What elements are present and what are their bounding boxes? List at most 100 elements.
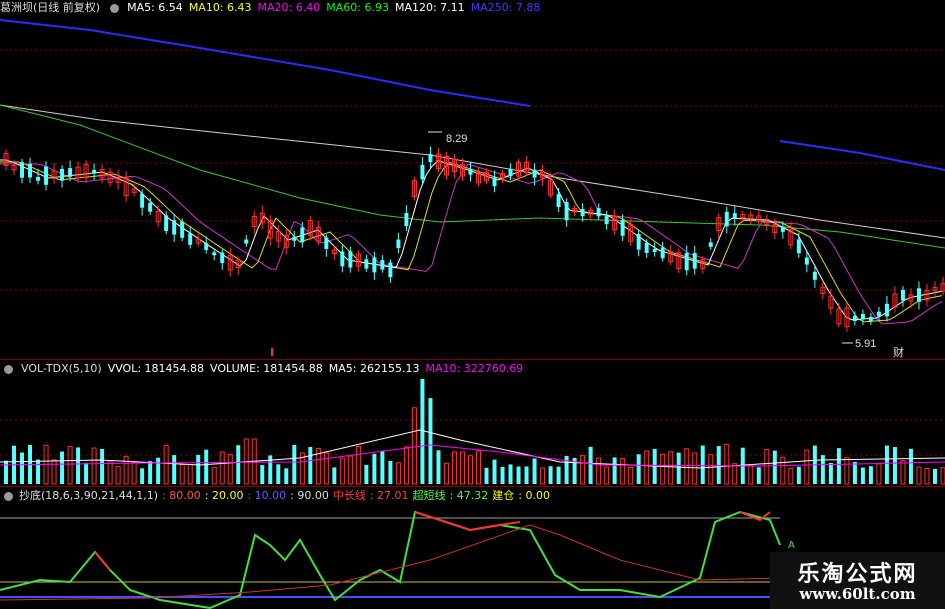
volume-bar [932, 468, 937, 484]
volume-bar [548, 466, 553, 484]
volume-bar [148, 461, 153, 484]
volume-bar [628, 467, 634, 485]
volume-bar [403, 446, 409, 485]
volume-bar [100, 448, 105, 484]
volume-bar [524, 466, 529, 484]
volume-bar [67, 446, 73, 485]
volume-bar [323, 452, 329, 485]
volume-bar [388, 460, 393, 484]
grid-lines [0, 49, 945, 598]
volume-bar [236, 445, 241, 484]
volume-bar [196, 454, 201, 484]
volume-bar [428, 398, 433, 484]
volume-bar [732, 463, 738, 485]
stock-chart-canvas[interactable]: A 8.29 5.91 财 [0, 0, 945, 609]
candle-body [508, 169, 513, 177]
volume-bar [284, 468, 289, 484]
candle-body [28, 163, 33, 178]
candle-body [900, 289, 905, 301]
volume-bar [204, 449, 209, 484]
watermark-title: 乐淘公式网 [797, 561, 918, 587]
volume-bar [556, 466, 561, 484]
volume-bar [140, 468, 145, 484]
candle-body [564, 202, 569, 221]
volume-bar [868, 466, 873, 484]
candle-body [876, 311, 881, 317]
volume-bar [540, 467, 546, 485]
financial-report-marker[interactable]: 财 [893, 345, 904, 359]
volume-bar [724, 443, 730, 485]
volume-bar [756, 467, 761, 484]
low-price-label: 5.91 [855, 338, 876, 350]
volume-bar [516, 466, 521, 484]
volume-bar [588, 446, 593, 484]
candle-body [596, 208, 601, 217]
volume-bar [467, 455, 473, 485]
volume-bar [892, 447, 897, 484]
volume-bar [580, 455, 586, 485]
volume-bar [916, 466, 922, 485]
candle-body [580, 209, 585, 217]
volume-bar [292, 444, 297, 484]
volume-bar [780, 456, 786, 485]
volume-bar [211, 466, 217, 485]
ultra-short-line [0, 510, 781, 609]
volume-bar [163, 445, 169, 485]
volume-bar [900, 460, 906, 485]
candle-body [244, 239, 249, 244]
candle-body [804, 257, 809, 265]
volume-bar [339, 457, 345, 485]
volume-bar [692, 452, 698, 485]
volume-bar [788, 467, 794, 485]
ma60-line [0, 104, 945, 249]
watermark-url: www.60lt.com [799, 585, 916, 603]
candle-body [428, 154, 433, 163]
candle-body [532, 169, 537, 178]
volume-bar [708, 454, 714, 485]
volume-bar [700, 445, 705, 484]
volume-bar [436, 450, 441, 484]
candle-body [300, 227, 305, 243]
candle-body [172, 220, 177, 235]
volume-bar [372, 453, 377, 484]
candle-body [396, 239, 401, 249]
candle-body [220, 252, 225, 264]
volume-bar [179, 464, 185, 485]
candle-body [604, 216, 609, 225]
volume-bar [476, 450, 481, 485]
candle-body [92, 169, 97, 174]
volume-bar [684, 448, 690, 485]
candle-body [44, 166, 49, 185]
volume-bar [796, 466, 801, 484]
candle-body [404, 213, 409, 227]
volume-bar [508, 464, 513, 484]
volume-bar [355, 445, 361, 485]
candle-body [348, 251, 353, 268]
candle-body [324, 237, 329, 249]
volume-bar [332, 467, 337, 484]
candle-body [812, 271, 817, 280]
candle-body [180, 221, 185, 238]
volume-bar [347, 455, 353, 485]
ma-lines [0, 19, 945, 325]
high-price-label: 8.29 [446, 133, 467, 145]
volume-bar [644, 450, 650, 485]
volume-bar [668, 451, 674, 485]
ma250-line-right [779, 140, 945, 171]
candle-body [60, 168, 65, 181]
candle-body [20, 162, 25, 178]
candle-body [636, 234, 641, 250]
candle-body [340, 251, 345, 267]
volume-bar [612, 457, 617, 484]
candle-body [388, 262, 393, 278]
candle-body [292, 236, 297, 241]
candle-body [188, 233, 193, 245]
candle-body [916, 288, 921, 302]
volume-bar [908, 448, 913, 484]
candle-body [884, 303, 889, 317]
volume-bar [443, 462, 449, 485]
volume-bar [276, 464, 281, 484]
candle-body [724, 211, 729, 227]
volume-bar [852, 461, 857, 484]
candle-body [660, 247, 665, 259]
